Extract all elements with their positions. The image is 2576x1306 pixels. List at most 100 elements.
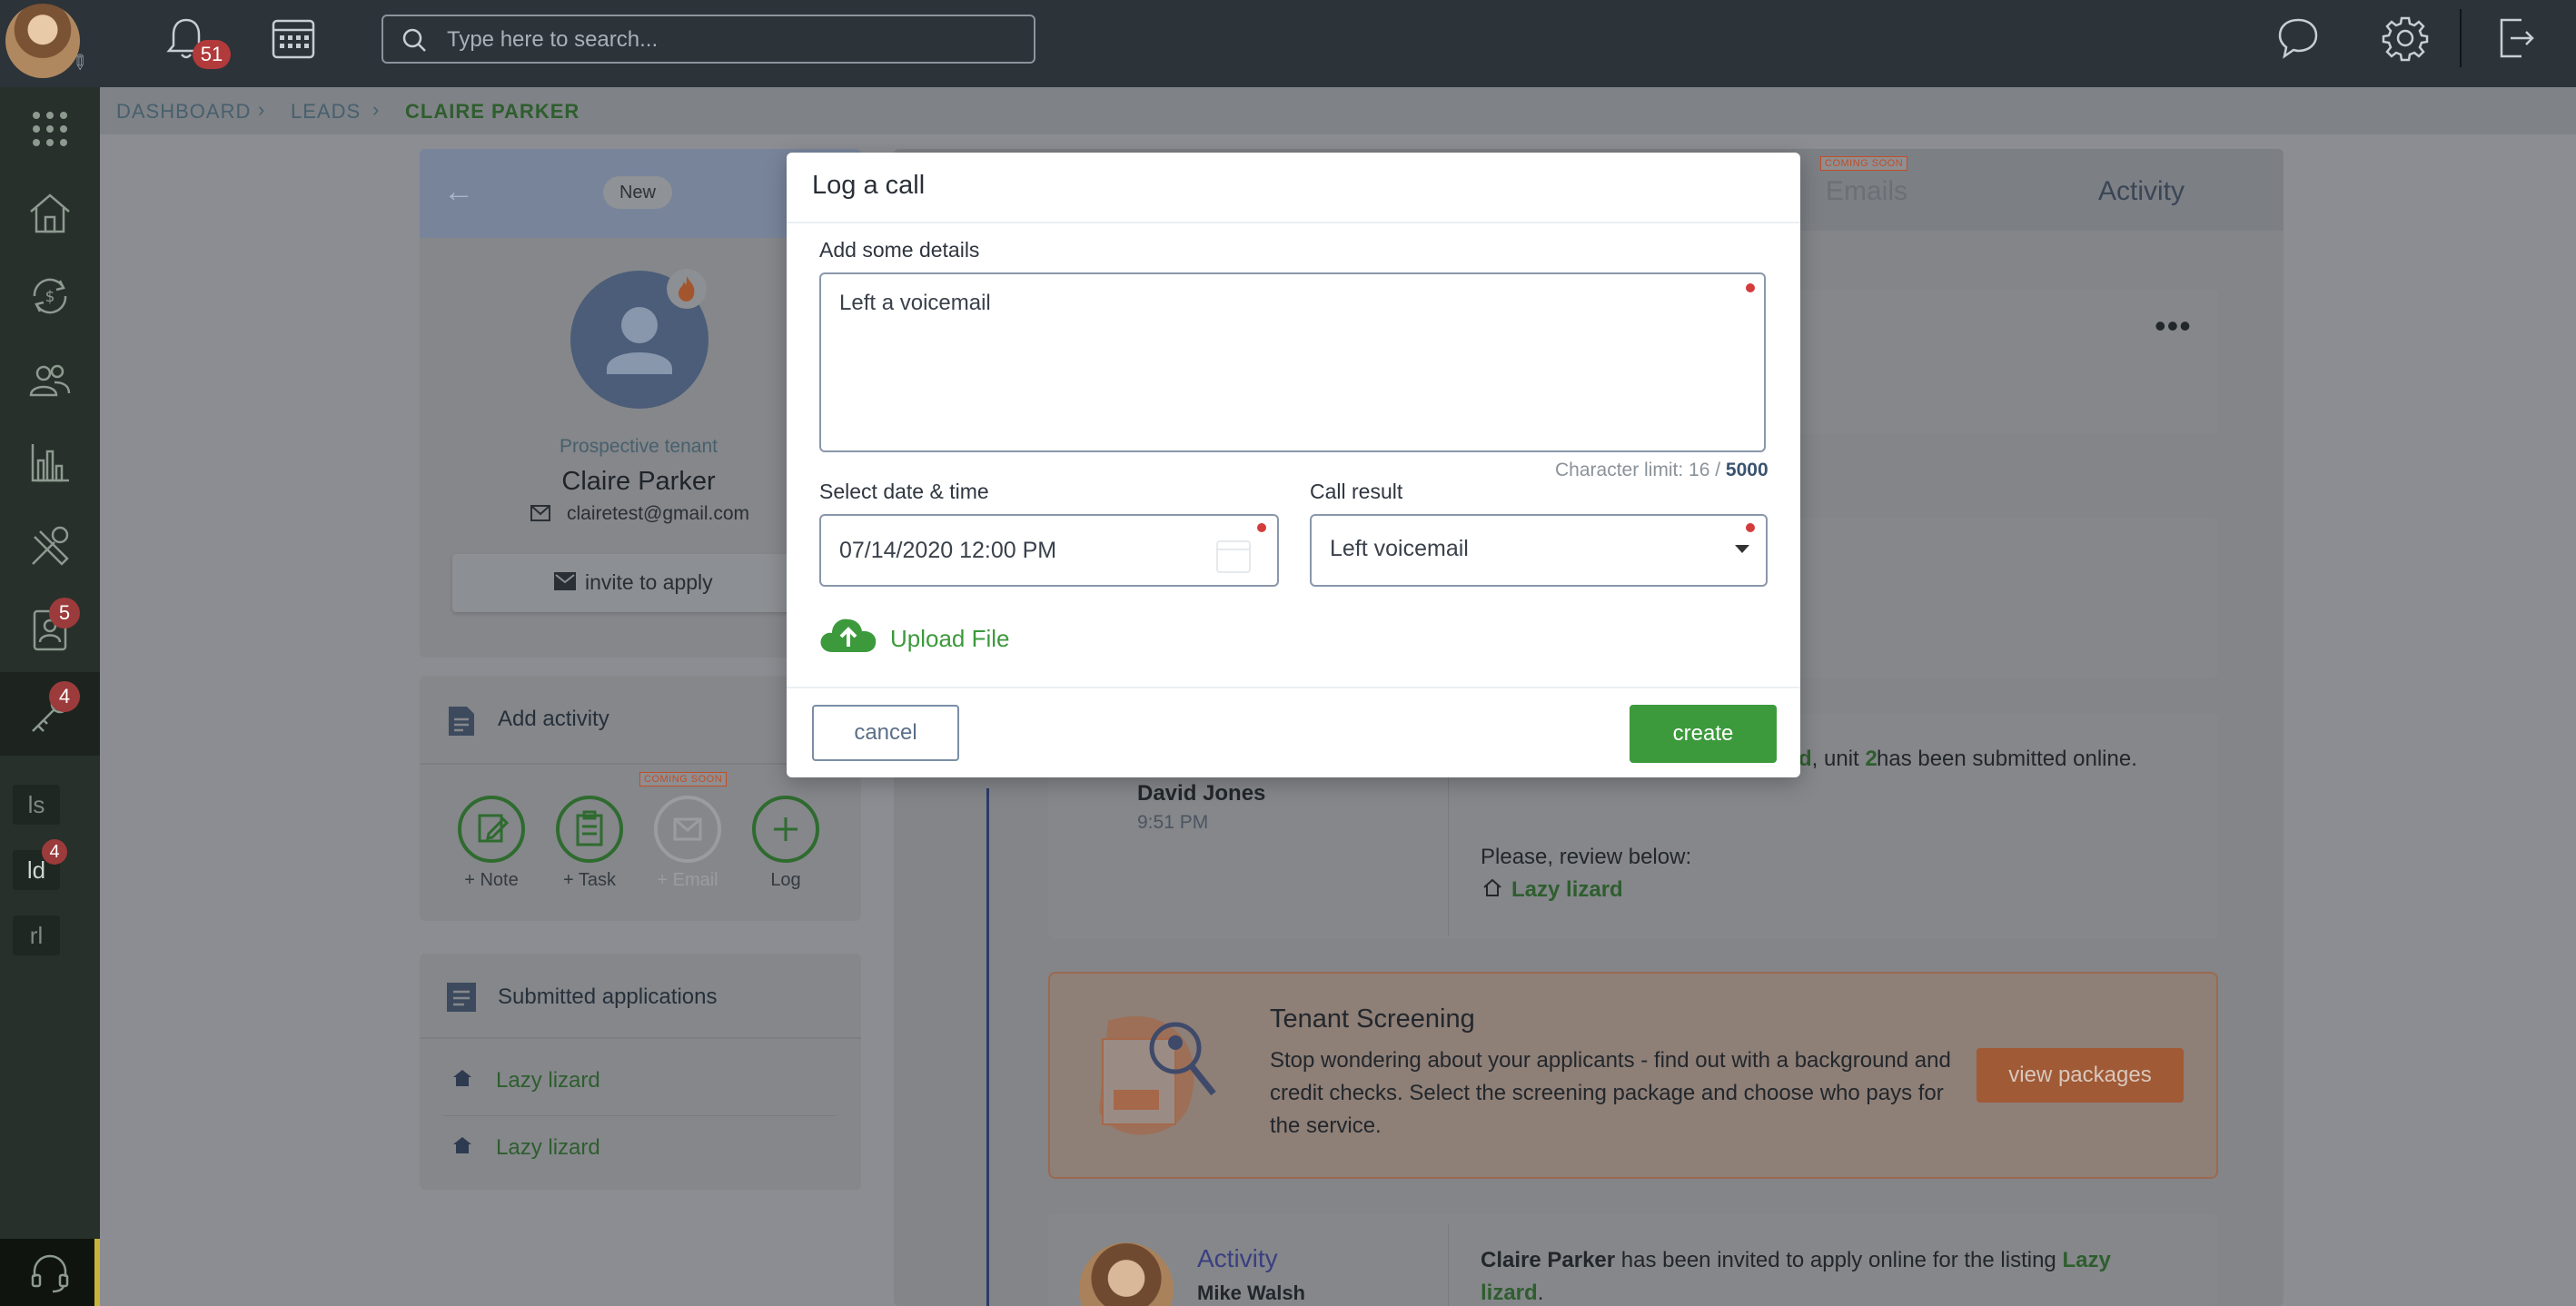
support-accent [94, 1239, 100, 1306]
coming-soon-badge: COMING SOON [639, 772, 728, 787]
sidebar-item-applications[interactable]: 5 [0, 589, 100, 672]
view-packages-button[interactable]: view packages [1977, 1048, 2184, 1103]
chat-icon[interactable] [2274, 15, 2322, 62]
character-limit: Character limit: 16 / 5000 [1555, 460, 1769, 481]
sidebar-item-leads[interactable]: 4 [0, 672, 100, 756]
back-arrow-icon[interactable]: ← [443, 174, 474, 210]
upload-file-link[interactable]: Upload File [890, 625, 1010, 653]
left-sidebar: $ 5 4 ls ld 4 rl [0, 87, 100, 1306]
home-outline-icon [1483, 878, 1501, 896]
chevron-right-icon: › [372, 98, 380, 121]
support-button[interactable] [0, 1239, 100, 1306]
call-result-value: Left voicemail [1330, 536, 1469, 561]
required-indicator [1257, 523, 1266, 532]
log-call-modal: Log a call Add some details Left a voice… [787, 153, 1800, 777]
submitted-application-item[interactable]: Lazy lizard [496, 1135, 600, 1161]
svg-text:$: $ [45, 288, 55, 306]
search-bar [381, 15, 1035, 64]
character-limit-max: 5000 [1725, 460, 1769, 480]
character-limit-text: Character limit: 16 / [1555, 460, 1726, 480]
add-task-button[interactable] [556, 796, 623, 863]
sidebar-item-tenants[interactable] [0, 338, 100, 421]
log-label: Log [770, 870, 801, 890]
list-doc-icon [447, 983, 476, 1012]
gear-icon[interactable] [2382, 15, 2429, 62]
chevron-right-icon: › [258, 98, 265, 121]
home-icon [453, 1070, 471, 1086]
entry-text-prefix[interactable]: d [1798, 747, 1812, 771]
date-time-value: 07/14/2020 12:00 PM [839, 538, 1057, 563]
sidebar-item-properties[interactable] [0, 171, 100, 254]
required-indicator [1746, 523, 1755, 532]
entry-text-line1: d, unit 2 [1798, 743, 1878, 776]
timeline-line [986, 788, 989, 1306]
clipboard-icon [576, 810, 603, 846]
submitted-applications-title: Submitted applications [498, 984, 718, 1009]
apps-grid-item[interactable] [0, 87, 100, 171]
add-email-button [654, 796, 721, 863]
divider [443, 1115, 836, 1116]
entry-time: 9:51 PM [1137, 812, 1209, 833]
cancel-button[interactable]: cancel [812, 705, 959, 761]
entry-unit[interactable]: 2 [1865, 747, 1877, 771]
breadcrumb-leads[interactable]: LEADS [291, 100, 361, 124]
activity-entry-name: Claire Parker [1481, 1248, 1616, 1272]
screening-description: Stop wondering about your applicants - f… [1270, 1048, 1951, 1138]
sidebar-item-reports[interactable] [0, 421, 100, 505]
entry-text-suffix-value: has been submitted online. [1877, 747, 2137, 771]
divider [787, 222, 1800, 223]
details-label: Add some details [819, 238, 980, 262]
envelope-filled-icon [554, 572, 576, 590]
people-icon [29, 364, 71, 397]
applications-badge: 5 [49, 598, 80, 628]
log-button[interactable] [752, 796, 819, 863]
lead-email[interactable]: clairetest@gmail.com [567, 503, 749, 525]
add-task-label: + Task [563, 870, 616, 890]
activity-entry-body: has been invited to apply online for the… [1615, 1248, 2063, 1272]
search-input[interactable] [447, 25, 1010, 54]
quick-link-rl[interactable]: rl [13, 915, 60, 955]
topbar-divider [2460, 9, 2462, 67]
headset-icon [31, 1254, 69, 1293]
divider [787, 687, 1800, 688]
submitted-application-item[interactable]: Lazy lizard [496, 1068, 600, 1093]
activity-entry-text: Claire Parker has been invited to apply … [1481, 1244, 2171, 1277]
home-icon [453, 1137, 471, 1153]
screening-title: Tenant Screening [1270, 1004, 1475, 1034]
add-email-label: + Email [657, 870, 718, 890]
plus-icon [774, 817, 798, 841]
details-value: Left a voicemail [839, 291, 991, 315]
divider [1448, 1224, 1449, 1306]
cloud-upload-icon[interactable] [817, 614, 879, 656]
activity-entry-end: . [1537, 1281, 1544, 1305]
activity-entry-listing-2[interactable]: lizard [1481, 1281, 1538, 1305]
activity-doc-icon [449, 707, 474, 736]
quick-link-ls[interactable]: ls [13, 785, 60, 825]
add-note-button[interactable] [458, 796, 525, 863]
search-icon [402, 28, 426, 52]
create-button[interactable]: create [1630, 705, 1777, 763]
flame-badge [667, 269, 707, 309]
calendar-icon[interactable] [271, 18, 316, 60]
envelope-icon [673, 817, 702, 841]
breadcrumb-dashboard[interactable]: DASHBOARD [116, 100, 251, 124]
leads-badge: 4 [49, 681, 80, 712]
entry-text-suffix: has been submitted online. [1877, 743, 2137, 776]
add-note-label: + Note [464, 870, 519, 890]
entry-listing-link[interactable]: Lazy lizard [1511, 874, 1623, 906]
date-label: Select date & time [819, 480, 989, 503]
activity-entry-listing[interactable]: Lazy [2062, 1248, 2110, 1272]
bar-chart-icon [31, 444, 69, 482]
calendar-icon[interactable] [1215, 539, 1252, 574]
more-options-icon[interactable]: ••• [2155, 307, 2192, 345]
logout-icon[interactable] [2496, 16, 2536, 60]
tools-icon [32, 526, 69, 566]
envelope-icon [530, 505, 550, 521]
flame-icon [679, 276, 695, 302]
entry-review-text: Please, review below: [1481, 845, 1692, 869]
tab-activity[interactable]: Activity [2098, 176, 2185, 207]
sidebar-item-maintenance[interactable] [0, 505, 100, 589]
sidebar-item-payments[interactable]: $ [0, 254, 100, 338]
divider [420, 1037, 861, 1039]
apps-grid-icon [33, 112, 67, 146]
